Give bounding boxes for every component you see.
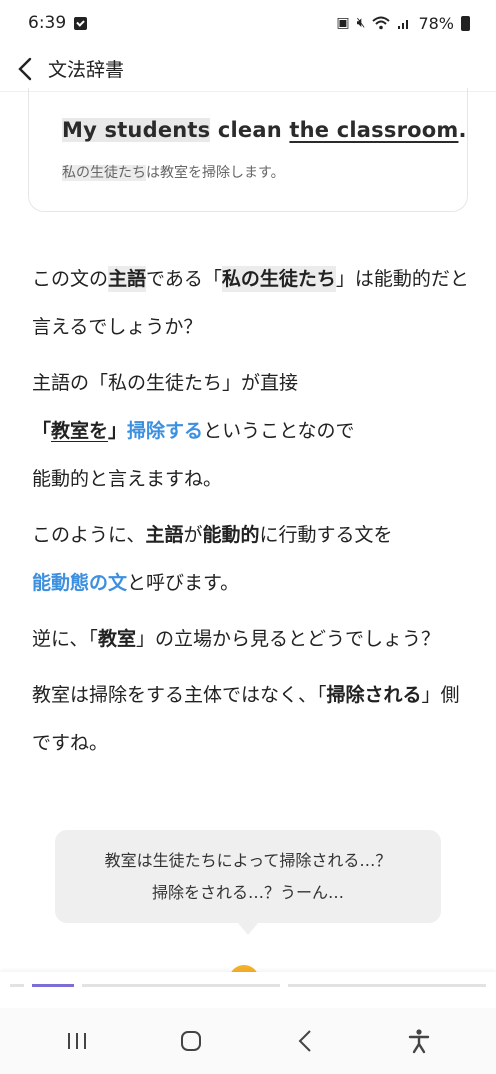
sim-icon: ▣ — [336, 15, 350, 31]
nav-back-icon — [298, 1030, 311, 1052]
text: 」の立場から見るとどうでしょう？ — [135, 628, 440, 650]
text: と呼びます。 — [127, 572, 240, 594]
term-active-voice-link[interactable]: 能動態の文 — [32, 572, 127, 594]
en-end: . — [458, 118, 467, 142]
example-card: My students clean the classroom. 私の生徒たちは… — [28, 88, 468, 212]
en-object: the classroom — [289, 118, 459, 142]
status-left: 6:39 — [28, 13, 88, 33]
term-clean-link[interactable]: 掃除する — [127, 420, 203, 442]
battery-icon — [461, 15, 470, 31]
bubble-line-2: 掃除をされる…？うーん… — [151, 882, 344, 902]
page-title: 文法辞書 — [48, 59, 125, 81]
text: 主語の「私の生徒たち」が直接 — [32, 372, 299, 394]
recents-icon — [68, 1033, 86, 1049]
text: ということなので — [203, 420, 355, 442]
ja-subject: 私の生徒たち — [62, 165, 146, 181]
notification-icon — [74, 16, 88, 30]
text: が — [183, 524, 203, 546]
battery-percent: 78% — [418, 13, 454, 33]
term-classroom: 教室 — [97, 628, 136, 650]
progress-segment — [288, 984, 486, 987]
status-bar: 6:39 ▣ 🔇︎ 78% — [0, 0, 496, 46]
term-active: 能動的 — [202, 524, 260, 546]
recents-button[interactable] — [57, 1021, 97, 1061]
term-students: 私の生徒たち — [221, 266, 336, 292]
bubble-line-1: 教室は生徒たちによって掃除される…？ — [104, 850, 392, 870]
system-nav-bar — [0, 1008, 496, 1074]
wifi-icon — [372, 16, 391, 30]
reading-progress — [0, 972, 496, 1008]
text: 「 — [32, 420, 52, 442]
progress-track — [10, 984, 486, 987]
text: 教室は掃除をする主体ではなく、「 — [32, 684, 327, 706]
text: に行動する文を — [259, 524, 393, 546]
mute-icon: 🔇︎ — [356, 15, 366, 31]
example-sentence-ja: 私の生徒たちは教室を掃除します。 — [62, 162, 285, 182]
paragraph-4: 逆に、「教室」の立場から見るとどうでしょう？ — [32, 615, 472, 663]
term-subject: 主語 — [108, 266, 147, 292]
nav-back-button[interactable] — [285, 1021, 325, 1061]
speech-bubble: 教室は生徒たちによって掃除される…？ 掃除をされる…？うーん… — [55, 830, 441, 923]
accessibility-button[interactable] — [399, 1021, 439, 1061]
accessibility-icon — [408, 1029, 430, 1054]
home-icon — [181, 1031, 201, 1051]
bubble-tail — [238, 923, 258, 935]
app-header: 文法辞書 — [0, 46, 496, 92]
example-sentence-en: My students clean the classroom. — [62, 118, 467, 142]
article-body: この文の主語である「私の生徒たち」は能動的だと言えるでしょうか？ 主語の「私の生… — [32, 255, 472, 775]
paragraph-1: この文の主語である「私の生徒たち」は能動的だと言えるでしょうか？ — [32, 255, 472, 351]
term-be-cleaned: 掃除される — [326, 684, 422, 706]
en-subject: My students — [62, 118, 211, 142]
paragraph-5: 教室は掃除をする主体ではなく、「掃除される」側ですね。 — [32, 671, 472, 767]
status-right: ▣ 🔇︎ 78% — [336, 14, 470, 33]
text: 逆に、「 — [32, 628, 98, 650]
paragraph-2: 主語の「私の生徒たち」が直接 「教室を」掃除するということなので能動的と言えますね… — [32, 359, 472, 503]
paragraph-3: このように、主語が能動的に行動する文を能動態の文と呼びます。 — [32, 511, 472, 607]
progress-segment — [82, 984, 280, 987]
progress-segment-active — [32, 984, 74, 987]
text: である「 — [146, 268, 222, 290]
status-time: 6:39 — [28, 13, 67, 33]
text: 能動的と言えますね。 — [32, 468, 223, 490]
term-subject: 主語 — [145, 524, 184, 546]
back-button[interactable] — [12, 56, 38, 82]
term-classroom-object: 教室を — [51, 420, 109, 442]
text: このように、 — [32, 524, 146, 546]
progress-segment — [10, 984, 24, 987]
signal-icon — [398, 20, 409, 29]
ja-rest: は教室を掃除します。 — [146, 165, 285, 181]
text: この文の — [32, 268, 109, 290]
home-button[interactable] — [171, 1021, 211, 1061]
en-verb: clean — [210, 118, 290, 142]
chevron-left-icon — [18, 57, 32, 80]
text: 」 — [108, 420, 128, 442]
